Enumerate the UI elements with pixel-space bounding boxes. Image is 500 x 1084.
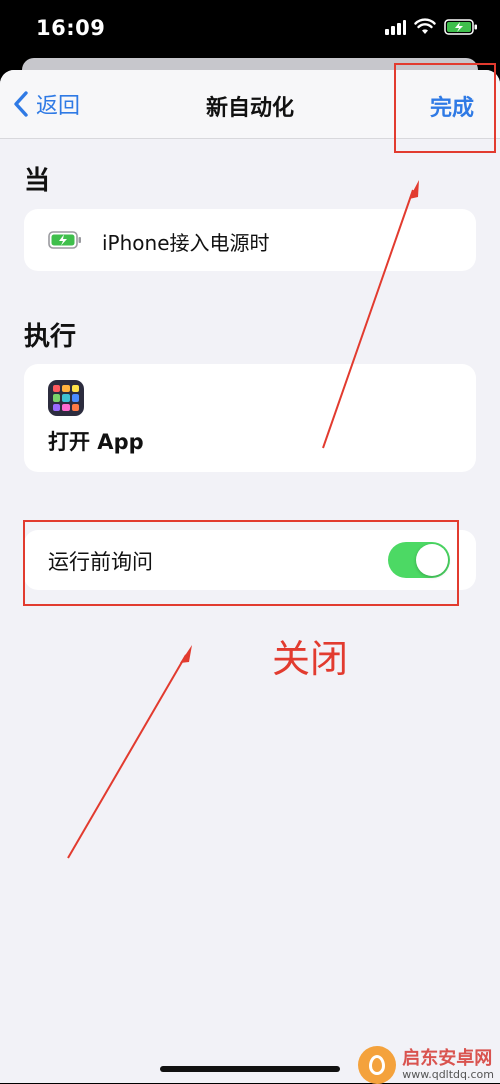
status-icons: [384, 18, 478, 36]
annotation-text: 关闭: [272, 637, 349, 681]
annotation-box-done: [394, 63, 496, 153]
status-time: 16:09: [36, 16, 106, 40]
watermark-text: 启东安卓网 www.qdltdq.com: [402, 1047, 494, 1081]
battery-charging-icon: [444, 19, 477, 35]
watermark: 启东安卓网 www.qdltdq.com: [358, 1046, 494, 1084]
wifi-icon: [414, 18, 436, 34]
action-section-label: 执行: [24, 322, 77, 352]
trigger-item-label: iPhone接入电源时: [102, 231, 270, 255]
trigger-item[interactable]: iPhone接入电源时: [24, 209, 476, 271]
annotation-box-ask: [23, 520, 459, 606]
status-bar: 16:09: [0, 0, 500, 62]
home-indicator[interactable]: [160, 1066, 340, 1072]
app-grid-icon: [48, 380, 84, 416]
watermark-title: 启东安卓网: [402, 1047, 493, 1069]
signal-icon: [385, 20, 406, 35]
action-item[interactable]: 打开 App: [24, 364, 476, 472]
battery-charging-icon: [48, 231, 81, 249]
trigger-section-label: 当: [24, 166, 51, 196]
action-item-label: 打开 App: [48, 430, 144, 454]
watermark-logo-icon: [358, 1046, 397, 1084]
watermark-url: www.qdltdq.com: [402, 1067, 494, 1081]
